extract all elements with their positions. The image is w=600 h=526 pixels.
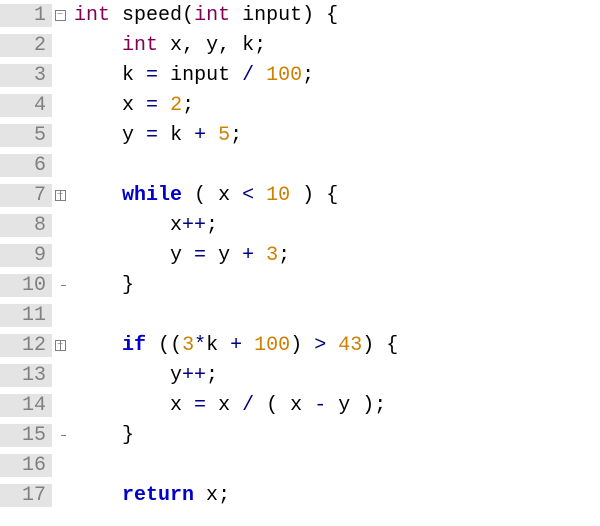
line-number: 10: [0, 274, 52, 297]
code-line[interactable]: 7 − while ( x < 10 ) {: [0, 180, 600, 210]
code-line[interactable]: 2 int x, y, k;: [0, 30, 600, 60]
code-text[interactable]: x++;: [72, 214, 218, 237]
minus-icon: −: [55, 10, 66, 21]
line-number: 16: [0, 454, 52, 477]
code-text[interactable]: y++;: [72, 364, 218, 387]
code-line[interactable]: 1 − int speed(int input) {: [0, 0, 600, 30]
code-text[interactable]: if ((3*k + 100) > 43) {: [72, 334, 398, 357]
code-text[interactable]: x = x / ( x - y );: [72, 394, 386, 417]
code-line[interactable]: 9 y = y + 3;: [0, 240, 600, 270]
code-text[interactable]: int speed(int input) {: [72, 4, 338, 27]
code-line[interactable]: 5 y = k + 5;: [0, 120, 600, 150]
code-line[interactable]: 15 }: [0, 420, 600, 450]
fold-toggle[interactable]: −: [52, 340, 68, 351]
line-number: 6: [0, 154, 52, 177]
line-number: 9: [0, 244, 52, 267]
code-text[interactable]: }: [72, 274, 134, 297]
line-number: 11: [0, 304, 52, 327]
code-line[interactable]: 6: [0, 150, 600, 180]
line-number: 13: [0, 364, 52, 387]
code-editor[interactable]: 1 − int speed(int input) { 2 int x, y, k…: [0, 0, 600, 510]
code-text[interactable]: y = k + 5;: [72, 124, 242, 147]
code-text[interactable]: y = y + 3;: [72, 244, 290, 267]
code-line[interactable]: 11: [0, 300, 600, 330]
line-number: 17: [0, 484, 52, 507]
fold-toggle[interactable]: −: [52, 190, 68, 201]
code-line[interactable]: 3 k = input / 100;: [0, 60, 600, 90]
code-line[interactable]: 17 return x;: [0, 480, 600, 510]
code-text[interactable]: int x, y, k;: [72, 34, 266, 57]
line-number: 8: [0, 214, 52, 237]
line-number: 5: [0, 124, 52, 147]
code-text[interactable]: x = 2;: [72, 94, 194, 117]
code-text[interactable]: return x;: [72, 484, 230, 507]
code-line[interactable]: 4 x = 2;: [0, 90, 600, 120]
line-number: 15: [0, 424, 52, 447]
code-line[interactable]: 13 y++;: [0, 360, 600, 390]
code-text[interactable]: k = input / 100;: [72, 64, 314, 87]
code-text[interactable]: }: [72, 424, 134, 447]
line-number: 14: [0, 394, 52, 417]
line-number: 4: [0, 94, 52, 117]
code-line[interactable]: 12 − if ((3*k + 100) > 43) {: [0, 330, 600, 360]
line-number: 2: [0, 34, 52, 57]
line-number: 1: [0, 4, 52, 27]
code-text[interactable]: while ( x < 10 ) {: [72, 184, 338, 207]
line-number: 3: [0, 64, 52, 87]
fold-toggle[interactable]: −: [52, 10, 68, 21]
code-line[interactable]: 10 }: [0, 270, 600, 300]
code-line[interactable]: 16: [0, 450, 600, 480]
line-number: 7: [0, 184, 52, 207]
code-line[interactable]: 8 x++;: [0, 210, 600, 240]
line-number: 12: [0, 334, 52, 357]
code-line[interactable]: 14 x = x / ( x - y );: [0, 390, 600, 420]
